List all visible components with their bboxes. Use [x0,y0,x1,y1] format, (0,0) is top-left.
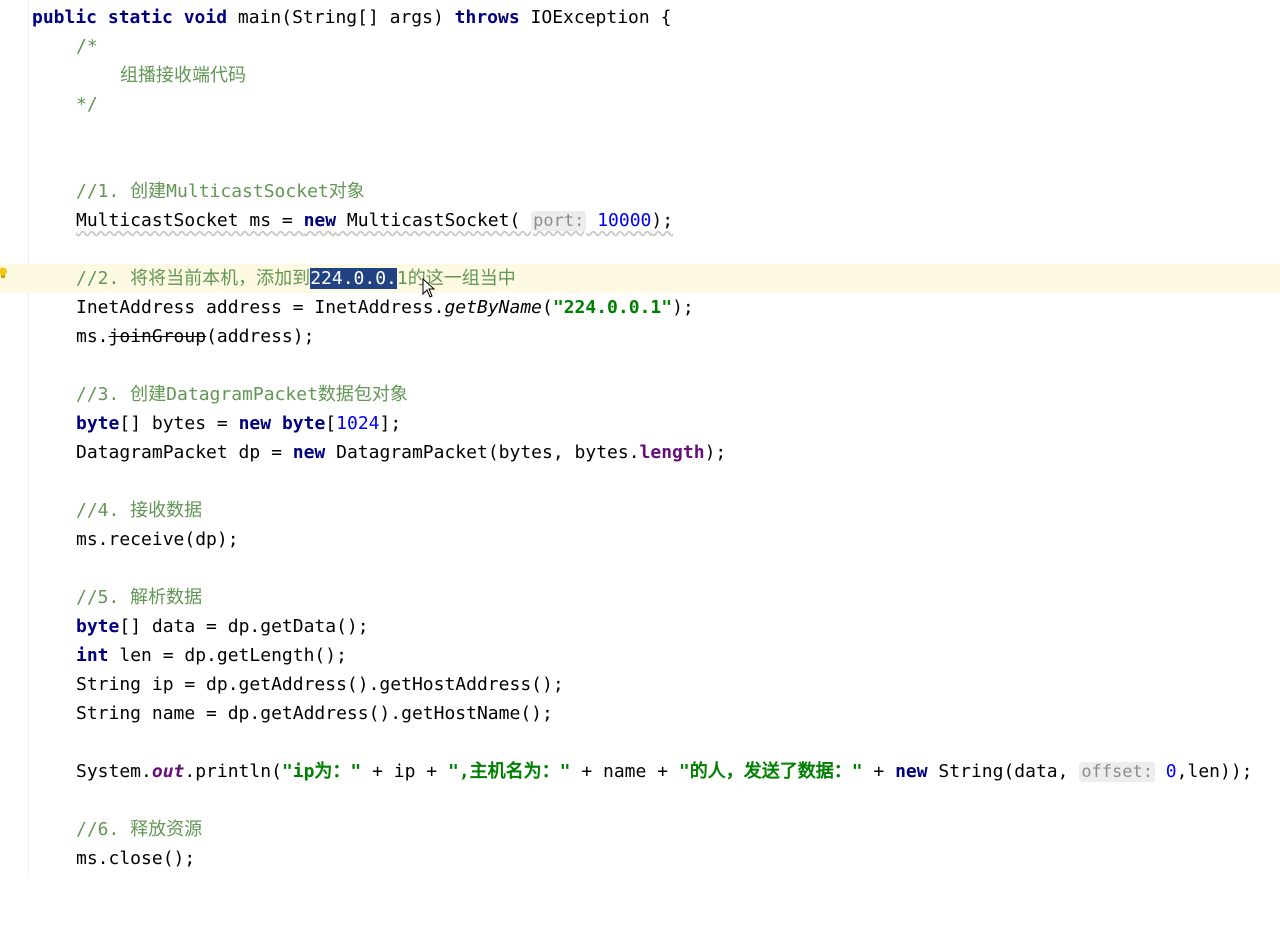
keyword: byte [76,616,120,637]
code-text: main(String[] args) [227,7,455,28]
code-text: String(data, [927,761,1080,782]
code-text: MulticastSocket( [336,210,532,231]
keyword: byte [281,413,326,434]
code-line-16[interactable]: byte[] data = dp.getData(); [0,612,1280,641]
code-line-11[interactable]: byte[] bytes = new byte[1024]; [0,409,1280,438]
code-line-21[interactable]: //6. 释放资源 [0,815,1280,844]
code-line-4[interactable]: */ [0,90,1280,119]
keyword: new [303,210,337,231]
keyword: new [292,442,326,463]
code-line-22[interactable]: ms.close(); [0,844,1280,873]
code-text: DatagramPacket dp = [76,442,293,463]
code-text: .println( [184,761,282,782]
code-line-20[interactable]: System.out.println("ip为：" + ip + ",主机名为：… [0,757,1280,786]
keyword: new [238,413,272,434]
block-comment: */ [76,94,98,115]
code-line-2[interactable]: /* [0,32,1280,61]
code-line-19[interactable]: String name = dp.getAddress().getHostNam… [0,699,1280,728]
code-text: ); [651,210,674,231]
code-text: MulticastSocket ms = [76,210,304,231]
code-text: ms.receive(dp); [76,529,239,550]
code-line-12[interactable]: DatagramPacket dp = new DatagramPacket(b… [0,438,1280,467]
code-text: System. [76,761,152,782]
keyword: int [76,645,109,666]
line-comment: //6. 释放资源 [76,819,203,840]
code-line-15[interactable]: //5. 解析数据 [0,583,1280,612]
code-line-14[interactable]: ms.receive(dp); [0,525,1280,554]
code-line-17[interactable]: int len = dp.getLength(); [0,641,1280,670]
code-text: + [862,761,896,782]
code-text: [] data = dp.getData(); [119,616,369,637]
code-line-13[interactable]: //4. 接收数据 [0,496,1280,525]
keyword: public static void [32,7,228,28]
code-text: InetAddress address = InetAddress. [76,297,445,318]
line-comment: 1的这一组当中 [396,268,516,289]
line-comment: //5. 解析数据 [76,587,203,608]
code-line-1[interactable]: public static void main(String[] args) t… [0,3,1280,32]
code-text: ]; [379,413,402,434]
code-text: String ip = dp.getAddress().getHostAddre… [76,674,564,695]
code-line-10[interactable]: //3. 创建DatagramPacket数据包对象 [0,380,1280,409]
block-comment: 组播接收端代码 [120,65,246,86]
number-literal: 0 [1154,761,1177,782]
code-line-8[interactable]: InetAddress address = InetAddress.getByN… [0,293,1280,322]
static-field-reference: out [151,761,185,782]
string-literal: "ip为：" [281,761,362,782]
code-line-5[interactable]: //1. 创建MulticastSocket对象 [0,177,1280,206]
number-literal: 10000 [586,210,652,231]
parameter-hint: port: [531,211,587,231]
code-text: [ [325,413,337,434]
code-text: ms. [76,326,109,347]
keyword: throws [454,7,520,28]
keyword: new [895,761,928,782]
code-line-7[interactable]: //2. 将将当前本机，添加到224.0.0.1的这一组当中 [0,264,1280,293]
code-text: len = dp.getLength(); [108,645,347,666]
mouse-cursor-icon [422,278,436,298]
code-text: ); [704,442,727,463]
code-line-18[interactable]: String ip = dp.getAddress().getHostAddre… [0,670,1280,699]
line-comment: //1. 创建MulticastSocket对象 [76,181,365,202]
line-comment: //4. 接收数据 [76,500,203,521]
code-text: [] bytes = [119,413,239,434]
lightbulb-icon[interactable] [0,267,8,279]
parameter-hint: offset: [1079,762,1155,782]
code-line-6[interactable]: MulticastSocket ms = new MulticastSocket… [0,206,1280,235]
line-comment: //3. 创建DatagramPacket数据包对象 [76,384,408,405]
code-text: + ip + [361,761,448,782]
code-editor[interactable]: public static void main(String[] args) t… [0,0,1280,878]
code-text: ms.close(); [76,848,196,869]
line-comment: //2. 将将当前本机，添加到 [76,268,311,289]
code-text: IOException { [519,7,672,28]
code-text: ,len)); [1176,761,1253,782]
number-literal: 1024 [336,413,380,434]
field-reference: length [639,442,705,463]
block-comment: /* [76,36,98,57]
code-text: ); [672,297,694,318]
keyword: byte [76,413,120,434]
code-text: (address); [206,326,315,347]
text-selection[interactable]: 224.0.0. [310,268,397,289]
string-literal: "224.0.0.1" [552,297,673,318]
code-text: + name + [570,761,679,782]
static-method-call: getByName [444,297,543,318]
code-text: DatagramPacket(bytes, bytes. [325,442,640,463]
code-text: ( [542,297,553,318]
code-text: String name = dp.getAddress().getHostNam… [76,703,553,724]
deprecated-method: joinGroup [108,326,207,347]
code-line-3[interactable]: 组播接收端代码 [0,61,1280,90]
code-line-9[interactable]: ms.joinGroup(address); [0,322,1280,351]
string-literal: "的人，发送了数据：" [678,761,863,782]
string-literal: ",主机名为：" [447,761,571,782]
